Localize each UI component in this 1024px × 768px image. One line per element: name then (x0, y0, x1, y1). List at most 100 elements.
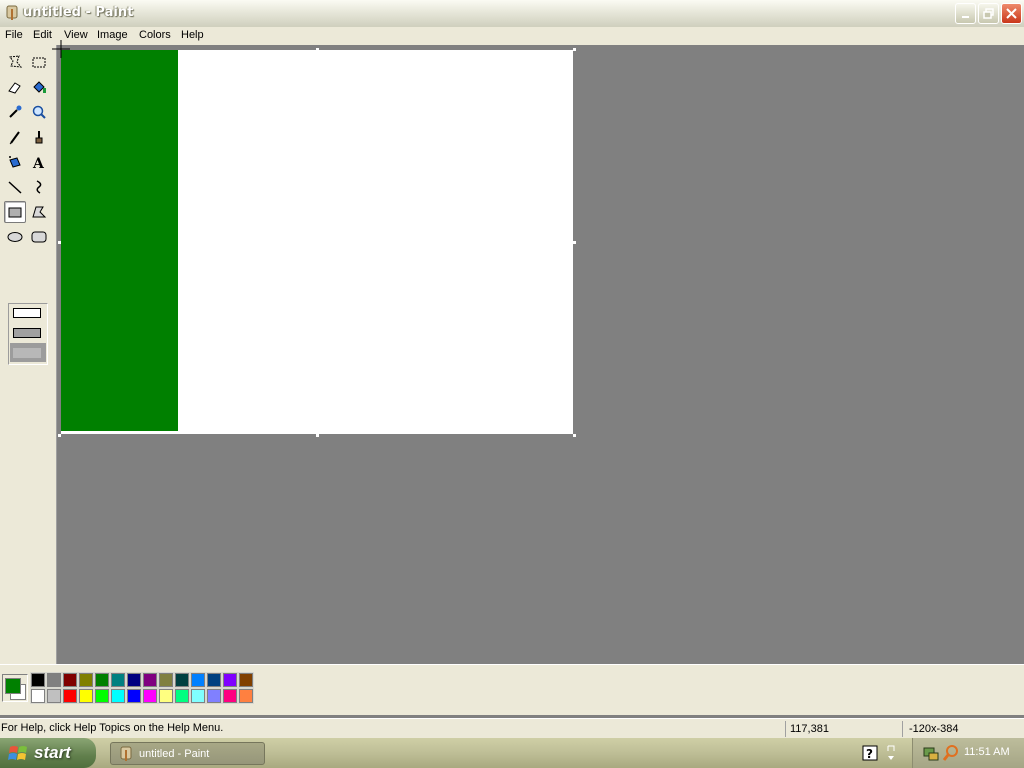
palette-swatch-top-7[interactable] (142, 672, 158, 688)
menu-colors[interactable]: Colors (139, 29, 171, 41)
svg-text:A: A (32, 156, 45, 170)
eyedropper-icon (9, 105, 22, 118)
windows-logo-icon (8, 746, 27, 760)
fill-style-options (8, 303, 48, 365)
canvas-resize-handle-top-right[interactable] (573, 48, 576, 51)
fill-style-fill-only-selected[interactable] (10, 343, 46, 362)
canvas-resize-handle-left[interactable] (58, 241, 61, 244)
free-form-select-icon (9, 55, 23, 68)
drawing-canvas[interactable] (61, 50, 573, 434)
polygon-tool[interactable] (28, 201, 50, 223)
rectangle-tool[interactable] (4, 201, 26, 223)
palette-swatch-bottom-11[interactable] (206, 688, 222, 704)
line-icon (8, 181, 22, 194)
polygon-icon (32, 206, 47, 218)
restore-button[interactable] (978, 3, 999, 24)
palette-swatch-bottom-8[interactable] (158, 688, 174, 704)
canvas-resize-handle-bottom-left[interactable] (58, 434, 61, 437)
menu-file[interactable]: File (5, 29, 23, 41)
palette-swatch-top-11[interactable] (206, 672, 222, 688)
palette-swatch-bottom-2[interactable] (62, 688, 78, 704)
canvas-resize-handle-top[interactable] (316, 48, 319, 51)
pencil-tool[interactable] (4, 126, 26, 148)
crosshair-cursor-icon (52, 40, 70, 58)
palette-swatch-bottom-12[interactable] (222, 688, 238, 704)
palette-swatch-bottom-13[interactable] (238, 688, 254, 704)
help-question-icon[interactable]: ? (862, 745, 878, 761)
minimize-icon (961, 15, 969, 18)
palette-swatch-top-8[interactable] (158, 672, 174, 688)
palette-swatch-top-0[interactable] (30, 672, 46, 688)
brush-tool[interactable] (28, 126, 50, 148)
palette-swatch-top-13[interactable] (238, 672, 254, 688)
close-icon (1006, 8, 1017, 19)
palette-swatch-top-4[interactable] (94, 672, 110, 688)
palette-swatch-top-10[interactable] (190, 672, 206, 688)
canvas-resize-handle-right[interactable] (573, 241, 576, 244)
status-cursor-position: 117,381 (785, 721, 901, 737)
palette-swatch-top-9[interactable] (174, 672, 190, 688)
restore-arrows-icon[interactable] (884, 744, 898, 762)
palette-swatch-bottom-5[interactable] (110, 688, 126, 704)
tool-box: A (0, 45, 57, 664)
fill-style-outline[interactable] (13, 308, 41, 318)
palette-swatch-top-3[interactable] (78, 672, 94, 688)
palette-swatch-bottom-3[interactable] (78, 688, 94, 704)
foreground-color-swatch[interactable] (5, 678, 21, 694)
palette-swatch-bottom-6[interactable] (126, 688, 142, 704)
menu-image[interactable]: Image (97, 29, 128, 41)
rounded-rectangle-tool[interactable] (28, 226, 50, 248)
palette-swatch-top-5[interactable] (110, 672, 126, 688)
window-title: untitled - Paint (23, 5, 134, 20)
canvas-resize-handle-corner[interactable] (573, 434, 576, 437)
curve-tool[interactable] (28, 176, 50, 198)
start-button[interactable]: start (0, 738, 96, 768)
title-bar[interactable]: untitled - Paint (0, 0, 1024, 28)
palette-swatch-top-1[interactable] (46, 672, 62, 688)
paint-bucket-icon (33, 81, 46, 93)
palette-swatch-top-12[interactable] (222, 672, 238, 688)
menu-help[interactable]: Help (181, 29, 204, 41)
rectangle-icon (8, 207, 22, 218)
fill-style-outline-fill[interactable] (13, 328, 41, 338)
ellipse-icon (7, 232, 23, 242)
paint-app-icon[interactable] (5, 5, 19, 21)
menu-bar: File Edit View Image Colors Help (0, 27, 1024, 45)
palette-swatch-bottom-9[interactable] (174, 688, 190, 704)
search-tray-icon[interactable] (942, 744, 960, 762)
palette-swatch-top-6[interactable] (126, 672, 142, 688)
ellipse-tool[interactable] (4, 226, 26, 248)
pencil-icon (9, 131, 20, 145)
rectangle-select-icon (32, 57, 46, 68)
free-form-select-tool[interactable] (4, 51, 26, 73)
minimize-button[interactable] (955, 3, 976, 24)
magnifier-icon (32, 105, 46, 119)
palette-swatch-bottom-10[interactable] (190, 688, 206, 704)
close-button[interactable] (1001, 3, 1022, 24)
menu-edit[interactable]: Edit (33, 29, 52, 41)
status-selection-size: -120x-384 (902, 721, 1024, 737)
airbrush-tool[interactable] (4, 151, 26, 173)
start-label: start (34, 743, 71, 762)
palette-swatch-bottom-0[interactable] (30, 688, 46, 704)
status-help-text: For Help, click Help Topics on the Help … (1, 722, 224, 734)
palette-swatch-bottom-4[interactable] (94, 688, 110, 704)
magnifier-tool[interactable] (28, 101, 50, 123)
palette-swatch-bottom-7[interactable] (142, 688, 158, 704)
status-bar: For Help, click Help Topics on the Help … (0, 718, 1024, 739)
text-icon: A (32, 156, 45, 170)
network-tray-icon[interactable] (922, 744, 940, 762)
fill-with-color-tool[interactable] (28, 76, 50, 98)
pick-color-tool[interactable] (4, 101, 26, 123)
eraser-icon (8, 82, 21, 94)
palette-swatch-bottom-1[interactable] (46, 688, 62, 704)
line-tool[interactable] (4, 176, 26, 198)
rounded-rectangle-icon (31, 231, 47, 243)
taskbar-item-paint[interactable]: untitled - Paint (110, 742, 265, 765)
paint-app-icon (120, 746, 132, 761)
eraser-tool[interactable] (4, 76, 26, 98)
select-tool[interactable] (28, 51, 50, 73)
palette-swatch-top-2[interactable] (62, 672, 78, 688)
canvas-resize-handle-bottom[interactable] (316, 434, 319, 437)
text-tool[interactable]: A (28, 151, 50, 173)
